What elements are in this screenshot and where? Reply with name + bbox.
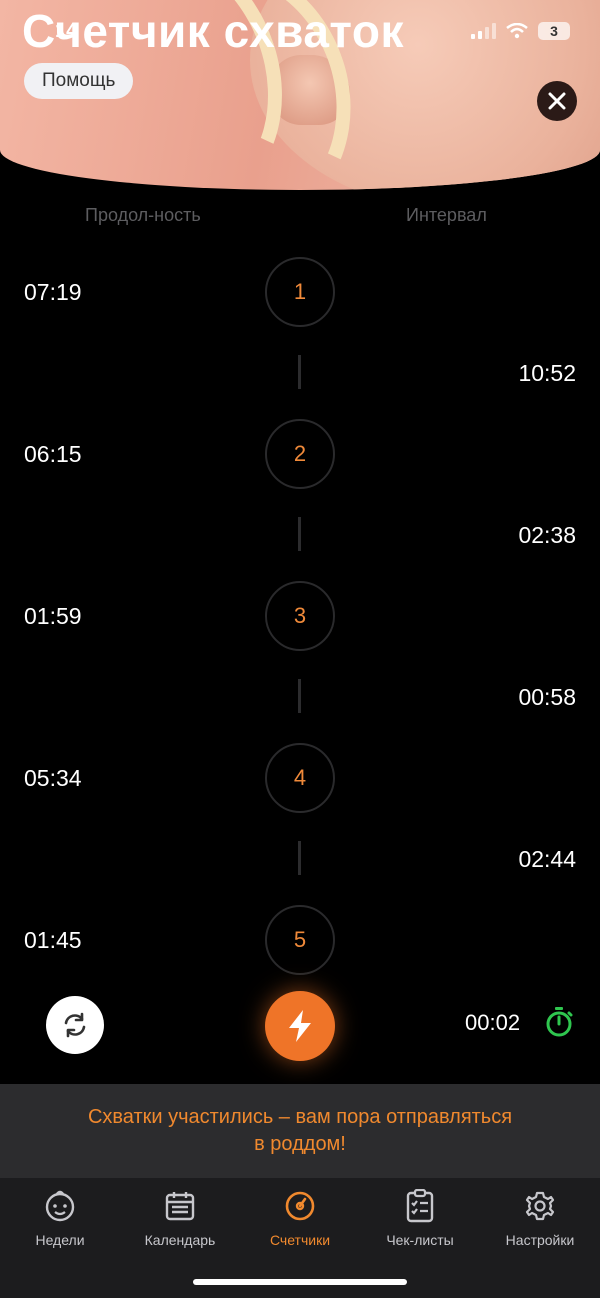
duration-column-header: Продол-ность bbox=[85, 205, 201, 225]
contraction-number[interactable]: 3 bbox=[265, 581, 335, 651]
refresh-icon bbox=[64, 1012, 86, 1038]
wifi-icon bbox=[506, 23, 528, 39]
tab-weeks[interactable]: Недели bbox=[0, 1178, 120, 1298]
interval-value: 02:44 bbox=[518, 846, 576, 872]
tab-label: Счетчики bbox=[269, 1232, 331, 1248]
checklist-icon bbox=[406, 1189, 434, 1223]
timeline-connector bbox=[298, 517, 301, 551]
tab-label: Недели bbox=[35, 1232, 85, 1248]
start-contraction-button[interactable] bbox=[265, 991, 335, 1061]
alert-text-line1: Схватки участились – вам пора отправлять… bbox=[87, 1106, 513, 1128]
stopwatch-icon[interactable] bbox=[544, 1006, 574, 1038]
calendar-icon bbox=[165, 1192, 195, 1221]
tab-label: Настройки bbox=[505, 1232, 575, 1248]
duration-value: 07:19 bbox=[24, 279, 82, 305]
tab-label: Чек-листы bbox=[386, 1232, 454, 1248]
duration-value: 06:15 bbox=[24, 441, 82, 467]
contraction-number[interactable]: 5 bbox=[265, 905, 335, 975]
battery-icon: 3 bbox=[538, 22, 570, 40]
baby-face-icon bbox=[45, 1190, 75, 1222]
status-icons: 3 bbox=[471, 22, 570, 40]
lightning-icon bbox=[289, 1010, 311, 1042]
interval-value: 00:58 bbox=[518, 684, 576, 710]
signal-icon bbox=[471, 23, 496, 39]
help-button[interactable]: Помощь bbox=[24, 63, 134, 99]
duration-value: 01:45 bbox=[24, 927, 82, 953]
page-title: Счетчик схваток bbox=[22, 5, 404, 57]
timeline-connector bbox=[298, 679, 301, 713]
interval-value: 02:38 bbox=[518, 522, 576, 548]
gear-icon bbox=[525, 1191, 555, 1221]
interval-column-header: Интервал bbox=[406, 205, 487, 225]
timeline-connector bbox=[298, 841, 301, 875]
duration-value: 05:34 bbox=[24, 765, 82, 791]
close-button[interactable] bbox=[537, 81, 577, 121]
duration-value: 01:59 bbox=[24, 603, 82, 629]
alert-text-line2: в роддом! bbox=[254, 1133, 346, 1155]
contraction-number[interactable]: 1 bbox=[265, 257, 335, 327]
timeline-connector bbox=[298, 355, 301, 389]
contraction-number[interactable]: 2 bbox=[265, 419, 335, 489]
counter-icon bbox=[285, 1191, 315, 1221]
elapsed-timer: 00:02 bbox=[465, 1010, 521, 1035]
close-icon bbox=[548, 92, 566, 110]
interval-value: 10:52 bbox=[518, 360, 576, 386]
tab-label: Календарь bbox=[144, 1232, 216, 1248]
contraction-number[interactable]: 4 bbox=[265, 743, 335, 813]
tab-settings[interactable]: Настройки bbox=[480, 1178, 600, 1298]
reset-button[interactable] bbox=[46, 996, 104, 1054]
alert-banner: Схватки участились – вам пора отправлять… bbox=[0, 1084, 600, 1178]
home-indicator bbox=[193, 1279, 407, 1285]
